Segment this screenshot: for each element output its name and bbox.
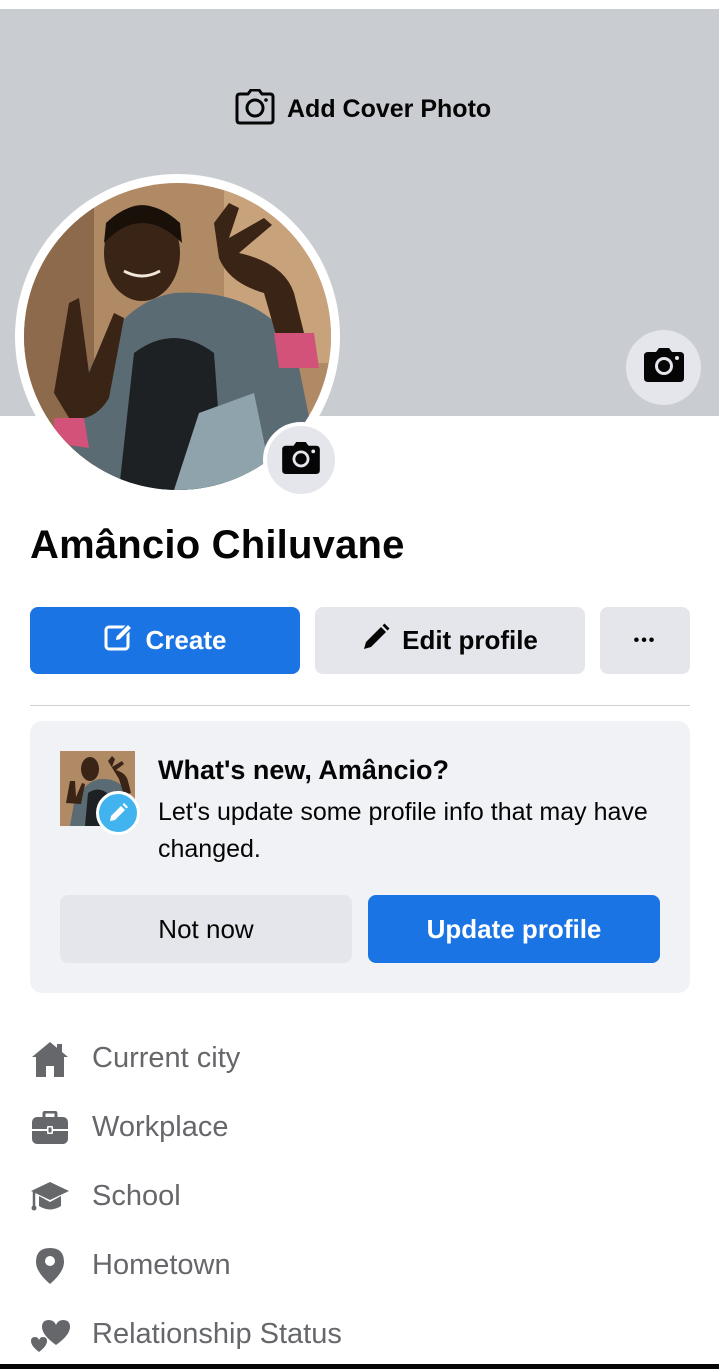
status-strip [0, 0, 719, 9]
camera-icon [643, 348, 684, 387]
detail-label: Relationship Status [92, 1318, 342, 1350]
more-icon: ••• [633, 631, 657, 649]
camera-icon [235, 88, 275, 130]
update-profile-card: What's new, Amâncio? Let's update some p… [30, 721, 690, 993]
edit-badge-icon [96, 791, 140, 835]
profile-details-list: Current city Workplace School Hometown R… [30, 1024, 690, 1369]
profile-actions: Create Edit profile ••• [30, 607, 690, 674]
profile-picture-camera-button[interactable] [263, 422, 339, 498]
detail-label: School [92, 1180, 181, 1212]
detail-hometown[interactable]: Hometown [30, 1231, 690, 1300]
pencil-icon [362, 623, 390, 658]
edit-profile-button-label: Edit profile [402, 625, 538, 655]
more-options-button[interactable]: ••• [600, 607, 690, 674]
bottom-edge [0, 1364, 719, 1369]
create-button[interactable]: Create [30, 607, 300, 674]
not-now-button[interactable]: Not now [60, 895, 352, 963]
detail-workplace[interactable]: Workplace [30, 1093, 690, 1162]
add-cover-photo-label: Add Cover Photo [287, 95, 492, 123]
update-profile-button[interactable]: Update profile [368, 895, 660, 963]
compose-icon [104, 622, 134, 659]
create-button-label: Create [145, 625, 227, 655]
card-title: What's new, Amâncio? [158, 755, 449, 785]
home-icon [30, 1039, 70, 1079]
detail-label: Current city [92, 1042, 241, 1074]
detail-school[interactable]: School [30, 1162, 690, 1231]
edit-profile-button[interactable]: Edit profile [315, 607, 585, 674]
detail-label: Workplace [92, 1111, 229, 1143]
detail-label: Hometown [92, 1249, 231, 1281]
briefcase-icon [30, 1108, 70, 1148]
card-body: Let's update some profile info that may … [158, 798, 648, 863]
divider [30, 705, 690, 706]
hearts-icon [30, 1315, 70, 1355]
graduation-cap-icon [30, 1177, 70, 1217]
camera-icon [282, 441, 320, 479]
detail-current-city[interactable]: Current city [30, 1024, 690, 1093]
cover-camera-button[interactable] [626, 330, 701, 405]
detail-relationship-status[interactable]: Relationship Status [30, 1300, 690, 1369]
profile-name: Amâncio Chiluvane [30, 523, 405, 567]
location-pin-icon [30, 1246, 70, 1286]
add-cover-photo-button[interactable]: Add Cover Photo [235, 88, 492, 130]
